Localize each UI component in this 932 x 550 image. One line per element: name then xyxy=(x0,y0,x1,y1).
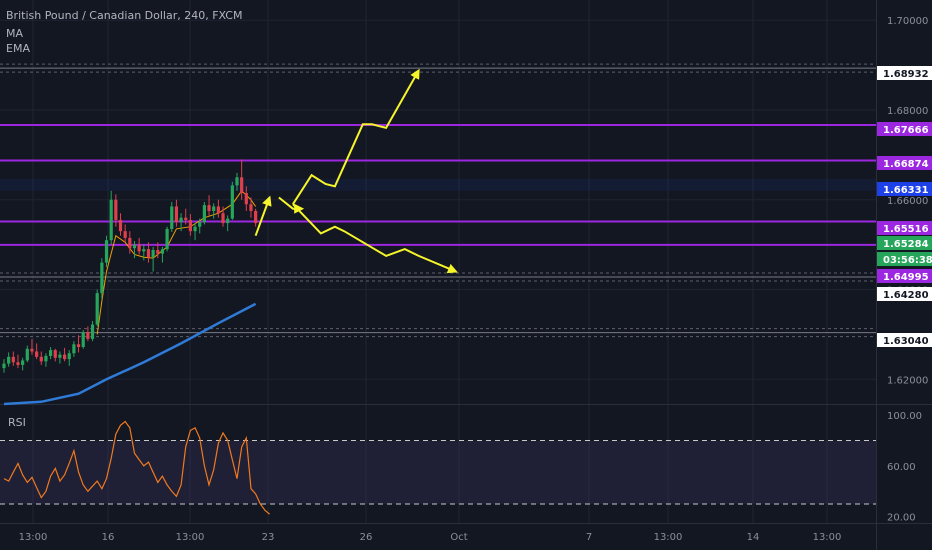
time-tick-label: 23 xyxy=(262,532,275,543)
candle-body xyxy=(221,213,225,224)
price-tick-label: 1.62000 xyxy=(887,375,928,386)
candle-body xyxy=(39,356,43,362)
candle-body xyxy=(72,344,76,354)
candle-body xyxy=(179,217,183,223)
rsi-tick-label: 60.00 xyxy=(887,462,916,473)
rsi-band xyxy=(0,440,876,504)
time-tick-label: 13:00 xyxy=(813,532,842,543)
candle-body xyxy=(90,324,95,339)
price-axis[interactable]: 1.700001.680001.660001.640001.62000100.0… xyxy=(877,16,932,524)
time-tick-label: 7 xyxy=(586,532,592,543)
price-badge-label: 1.68932 xyxy=(883,69,929,80)
candle-body xyxy=(212,206,216,211)
candle-body xyxy=(104,240,109,263)
candle-body xyxy=(21,360,25,365)
candle-body xyxy=(128,237,132,249)
candle-body xyxy=(193,226,197,232)
candle-body xyxy=(165,228,169,250)
candle-body xyxy=(151,250,155,258)
candle-body xyxy=(76,344,81,347)
rsi-label: RSI xyxy=(8,416,26,429)
candle-body xyxy=(249,204,253,211)
candle-body xyxy=(11,356,15,363)
blue-zone xyxy=(0,178,876,191)
candle-body xyxy=(235,177,239,186)
candle-body xyxy=(2,363,6,369)
candle-body xyxy=(100,262,104,294)
price-badge-label: 1.63040 xyxy=(883,336,929,347)
horizontal-levels[interactable] xyxy=(0,63,876,338)
candle-body xyxy=(95,293,99,325)
price-badge-label: 1.64995 xyxy=(883,272,929,283)
price-chart[interactable]: 1.700001.680001.660001.640001.62000100.0… xyxy=(0,0,932,550)
candle-body xyxy=(16,362,20,365)
candle-body xyxy=(198,222,202,227)
candlestick-series xyxy=(2,159,258,373)
candle-body xyxy=(67,353,71,360)
forecast-arrow xyxy=(292,203,458,274)
price-badge-label: 1.66331 xyxy=(883,185,929,196)
candle-body xyxy=(230,185,234,219)
forecast-arrow xyxy=(278,196,305,214)
candle-body xyxy=(216,206,220,214)
candle-body xyxy=(188,219,192,232)
time-tick-label: 16 xyxy=(102,532,115,543)
time-tick-label: 26 xyxy=(360,532,373,543)
candle-body xyxy=(44,355,48,362)
time-axis[interactable]: 13:00 16 13:00 23 26 Oct 7 13:00 14 13:00 xyxy=(19,532,842,543)
candle-body xyxy=(226,218,230,224)
candle-body xyxy=(81,332,85,347)
candle-body xyxy=(160,249,165,254)
candle-body xyxy=(202,205,206,223)
candle-body xyxy=(30,348,34,352)
indicator-ema-label[interactable]: EMA xyxy=(6,42,30,55)
candle-body xyxy=(109,199,113,241)
candle-body xyxy=(25,348,29,361)
forecast-arrows[interactable] xyxy=(254,68,458,274)
rsi-tick-label: 20.00 xyxy=(887,513,916,524)
time-tick-label: 13:00 xyxy=(176,532,205,543)
candle-body xyxy=(132,244,137,249)
candle-body xyxy=(123,231,127,238)
price-badge-label: 03:56:38 xyxy=(883,255,932,266)
candle-body xyxy=(142,249,146,252)
candle-body xyxy=(114,199,118,220)
price-tick-label: 1.70000 xyxy=(887,16,928,27)
price-badge-label: 1.67666 xyxy=(883,125,929,136)
candle-body xyxy=(58,354,62,358)
candle-body xyxy=(240,177,244,194)
candle-body xyxy=(254,210,258,224)
candle-body xyxy=(86,332,90,339)
price-badge-label: 1.64280 xyxy=(883,290,929,301)
chart-grid xyxy=(0,0,932,550)
candle-body xyxy=(207,205,211,211)
price-tick-label: 1.66000 xyxy=(887,196,928,207)
time-tick-label: 14 xyxy=(747,532,760,543)
time-tick-label: 13:00 xyxy=(19,532,48,543)
candle-body xyxy=(137,244,141,252)
candle-body xyxy=(174,206,179,223)
price-tick-label: 1.68000 xyxy=(887,106,928,117)
candle-body xyxy=(53,350,57,358)
symbol-title[interactable]: British Pound / Canadian Dollar, 240, FX… xyxy=(6,9,242,22)
price-badge-label: 1.66874 xyxy=(883,159,929,170)
candle-body xyxy=(62,354,67,360)
candle-body xyxy=(146,249,151,258)
candle-body xyxy=(7,356,11,364)
rsi-tick-label: 100.00 xyxy=(887,411,922,422)
candle-body xyxy=(244,193,248,205)
candle-body xyxy=(156,250,160,254)
price-badge-label: 1.65284 xyxy=(883,239,929,250)
candle-body xyxy=(184,217,188,220)
candle-body xyxy=(35,351,39,357)
time-tick-label: 13:00 xyxy=(654,532,683,543)
indicator-ma-label[interactable]: MA xyxy=(6,27,23,40)
candle-body xyxy=(49,350,53,356)
candle-body xyxy=(118,219,123,232)
time-tick-label: Oct xyxy=(450,532,467,543)
price-badge-label: 1.65516 xyxy=(883,224,929,235)
candle-body xyxy=(170,206,174,229)
